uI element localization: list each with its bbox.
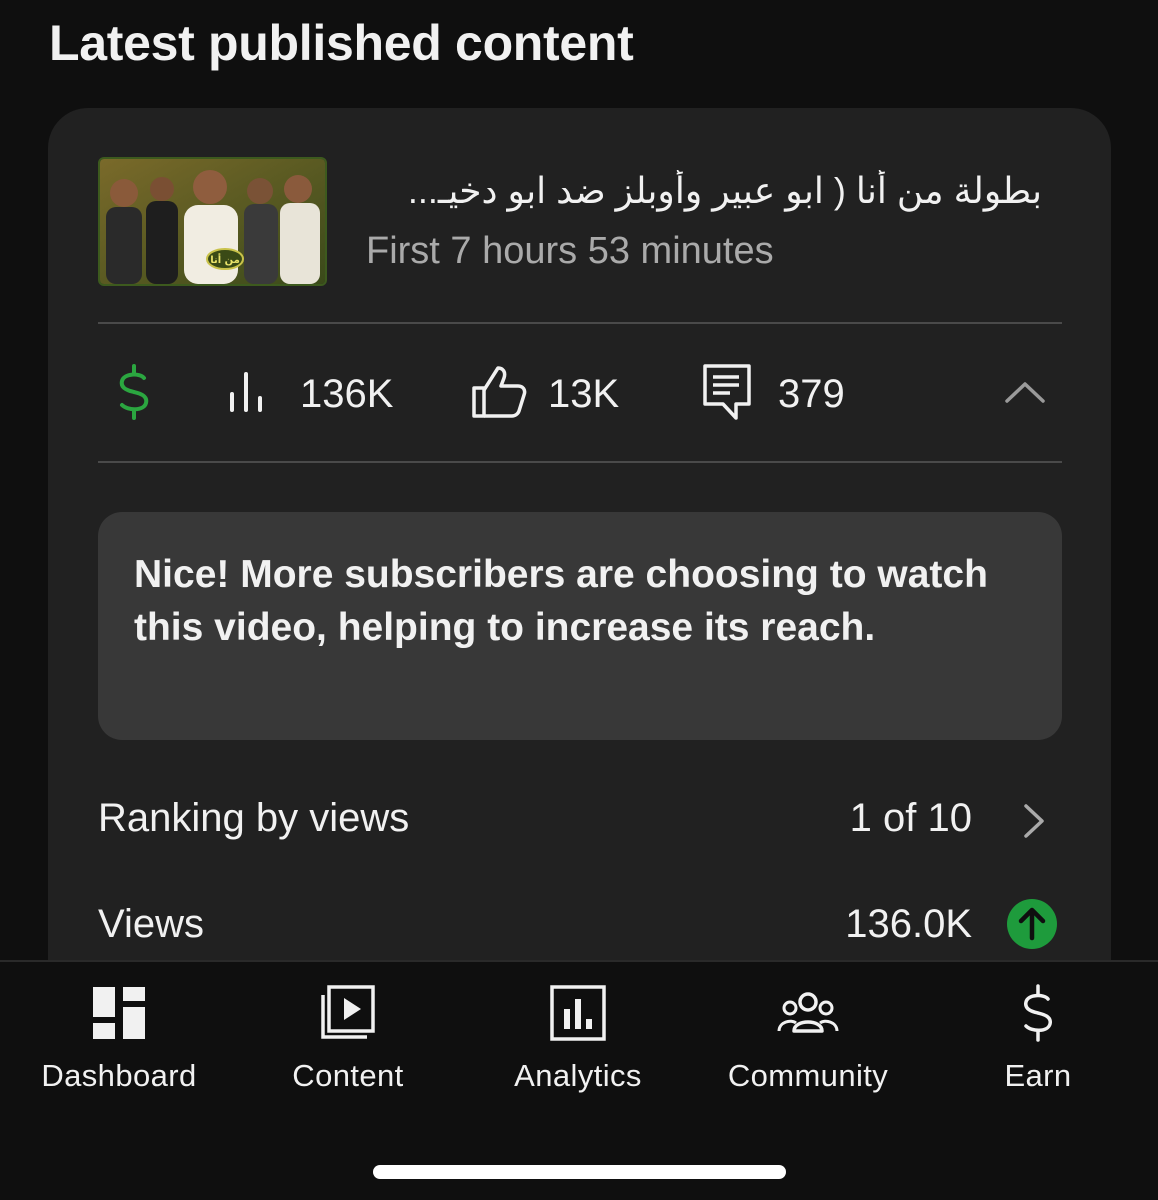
ranking-value: 1 of 10 (849, 796, 972, 840)
ranking-label: Ranking by views (98, 796, 410, 840)
views-stat[interactable]: 136K (226, 325, 393, 463)
video-published-duration: First 7 hours 53 minutes (366, 230, 774, 272)
comments-count: 379 (778, 371, 845, 416)
divider-bottom (98, 461, 1062, 463)
views-row[interactable]: Views 136.0K (98, 896, 1062, 956)
chevron-up-icon (1004, 380, 1046, 409)
section-title: Latest published content (49, 15, 634, 71)
views-value: 136.0K (845, 902, 972, 946)
monetization-status[interactable] (116, 325, 152, 463)
video-thumbnail[interactable]: من أنا (98, 157, 327, 286)
views-label: Views (98, 902, 204, 946)
insight-card: Nice! More subscribers are choosing to w… (98, 512, 1062, 740)
home-indicator[interactable] (373, 1165, 786, 1179)
analytics-icon (550, 984, 606, 1042)
thumbnail-badge-text: من أنا (210, 253, 240, 266)
nav-label-analytics: Analytics (514, 1058, 642, 1093)
likes-count: 13K (548, 371, 620, 416)
ranking-by-views-row[interactable]: Ranking by views 1 of 10 (98, 790, 1062, 850)
nav-label-earn: Earn (1004, 1058, 1072, 1093)
thumbnail-image: من أنا (100, 159, 325, 284)
views-count: 136K (300, 371, 394, 416)
content-icon (319, 984, 377, 1042)
divider-top (98, 322, 1062, 324)
community-icon (777, 984, 839, 1042)
nav-label-community: Community (727, 1058, 889, 1093)
nav-dashboard[interactable]: Dashboard (9, 984, 229, 1094)
dashboard-icon (91, 984, 147, 1042)
nav-label-content: Content (292, 1058, 404, 1093)
thumbs-up-icon (470, 364, 528, 425)
nav-community[interactable]: Community (698, 984, 918, 1094)
nav-label-dashboard: Dashboard (41, 1058, 197, 1093)
insight-text: Nice! More subscribers are choosing to w… (134, 553, 988, 649)
earn-dollar-icon (1020, 984, 1056, 1042)
comment-icon (702, 363, 752, 426)
views-bars-icon (226, 370, 270, 419)
collapse-button[interactable] (1004, 325, 1046, 463)
dashboard-screen: Latest published content من أنا بطولة من… (0, 0, 1158, 1200)
nav-analytics[interactable]: Analytics (468, 984, 688, 1094)
arrow-up-icon (1006, 898, 1058, 955)
nav-content[interactable]: Content (238, 984, 458, 1094)
video-title[interactable]: بطولة من أنا ( ابو عبير وأوبلز ضد ابو دخ… (368, 170, 1042, 212)
nav-earn[interactable]: Earn (928, 984, 1148, 1094)
latest-content-card: من أنا بطولة من أنا ( ابو عبير وأوبلز ضد… (48, 108, 1111, 1008)
likes-stat[interactable]: 13K (470, 325, 619, 463)
bottom-navigation: Dashboard Content Analytics Community Ea… (0, 960, 1158, 1200)
stats-row: 136K 13K 379 (98, 325, 1062, 463)
dollar-icon (116, 363, 152, 425)
chevron-right-icon (1022, 802, 1046, 845)
comments-stat[interactable]: 379 (702, 325, 845, 463)
